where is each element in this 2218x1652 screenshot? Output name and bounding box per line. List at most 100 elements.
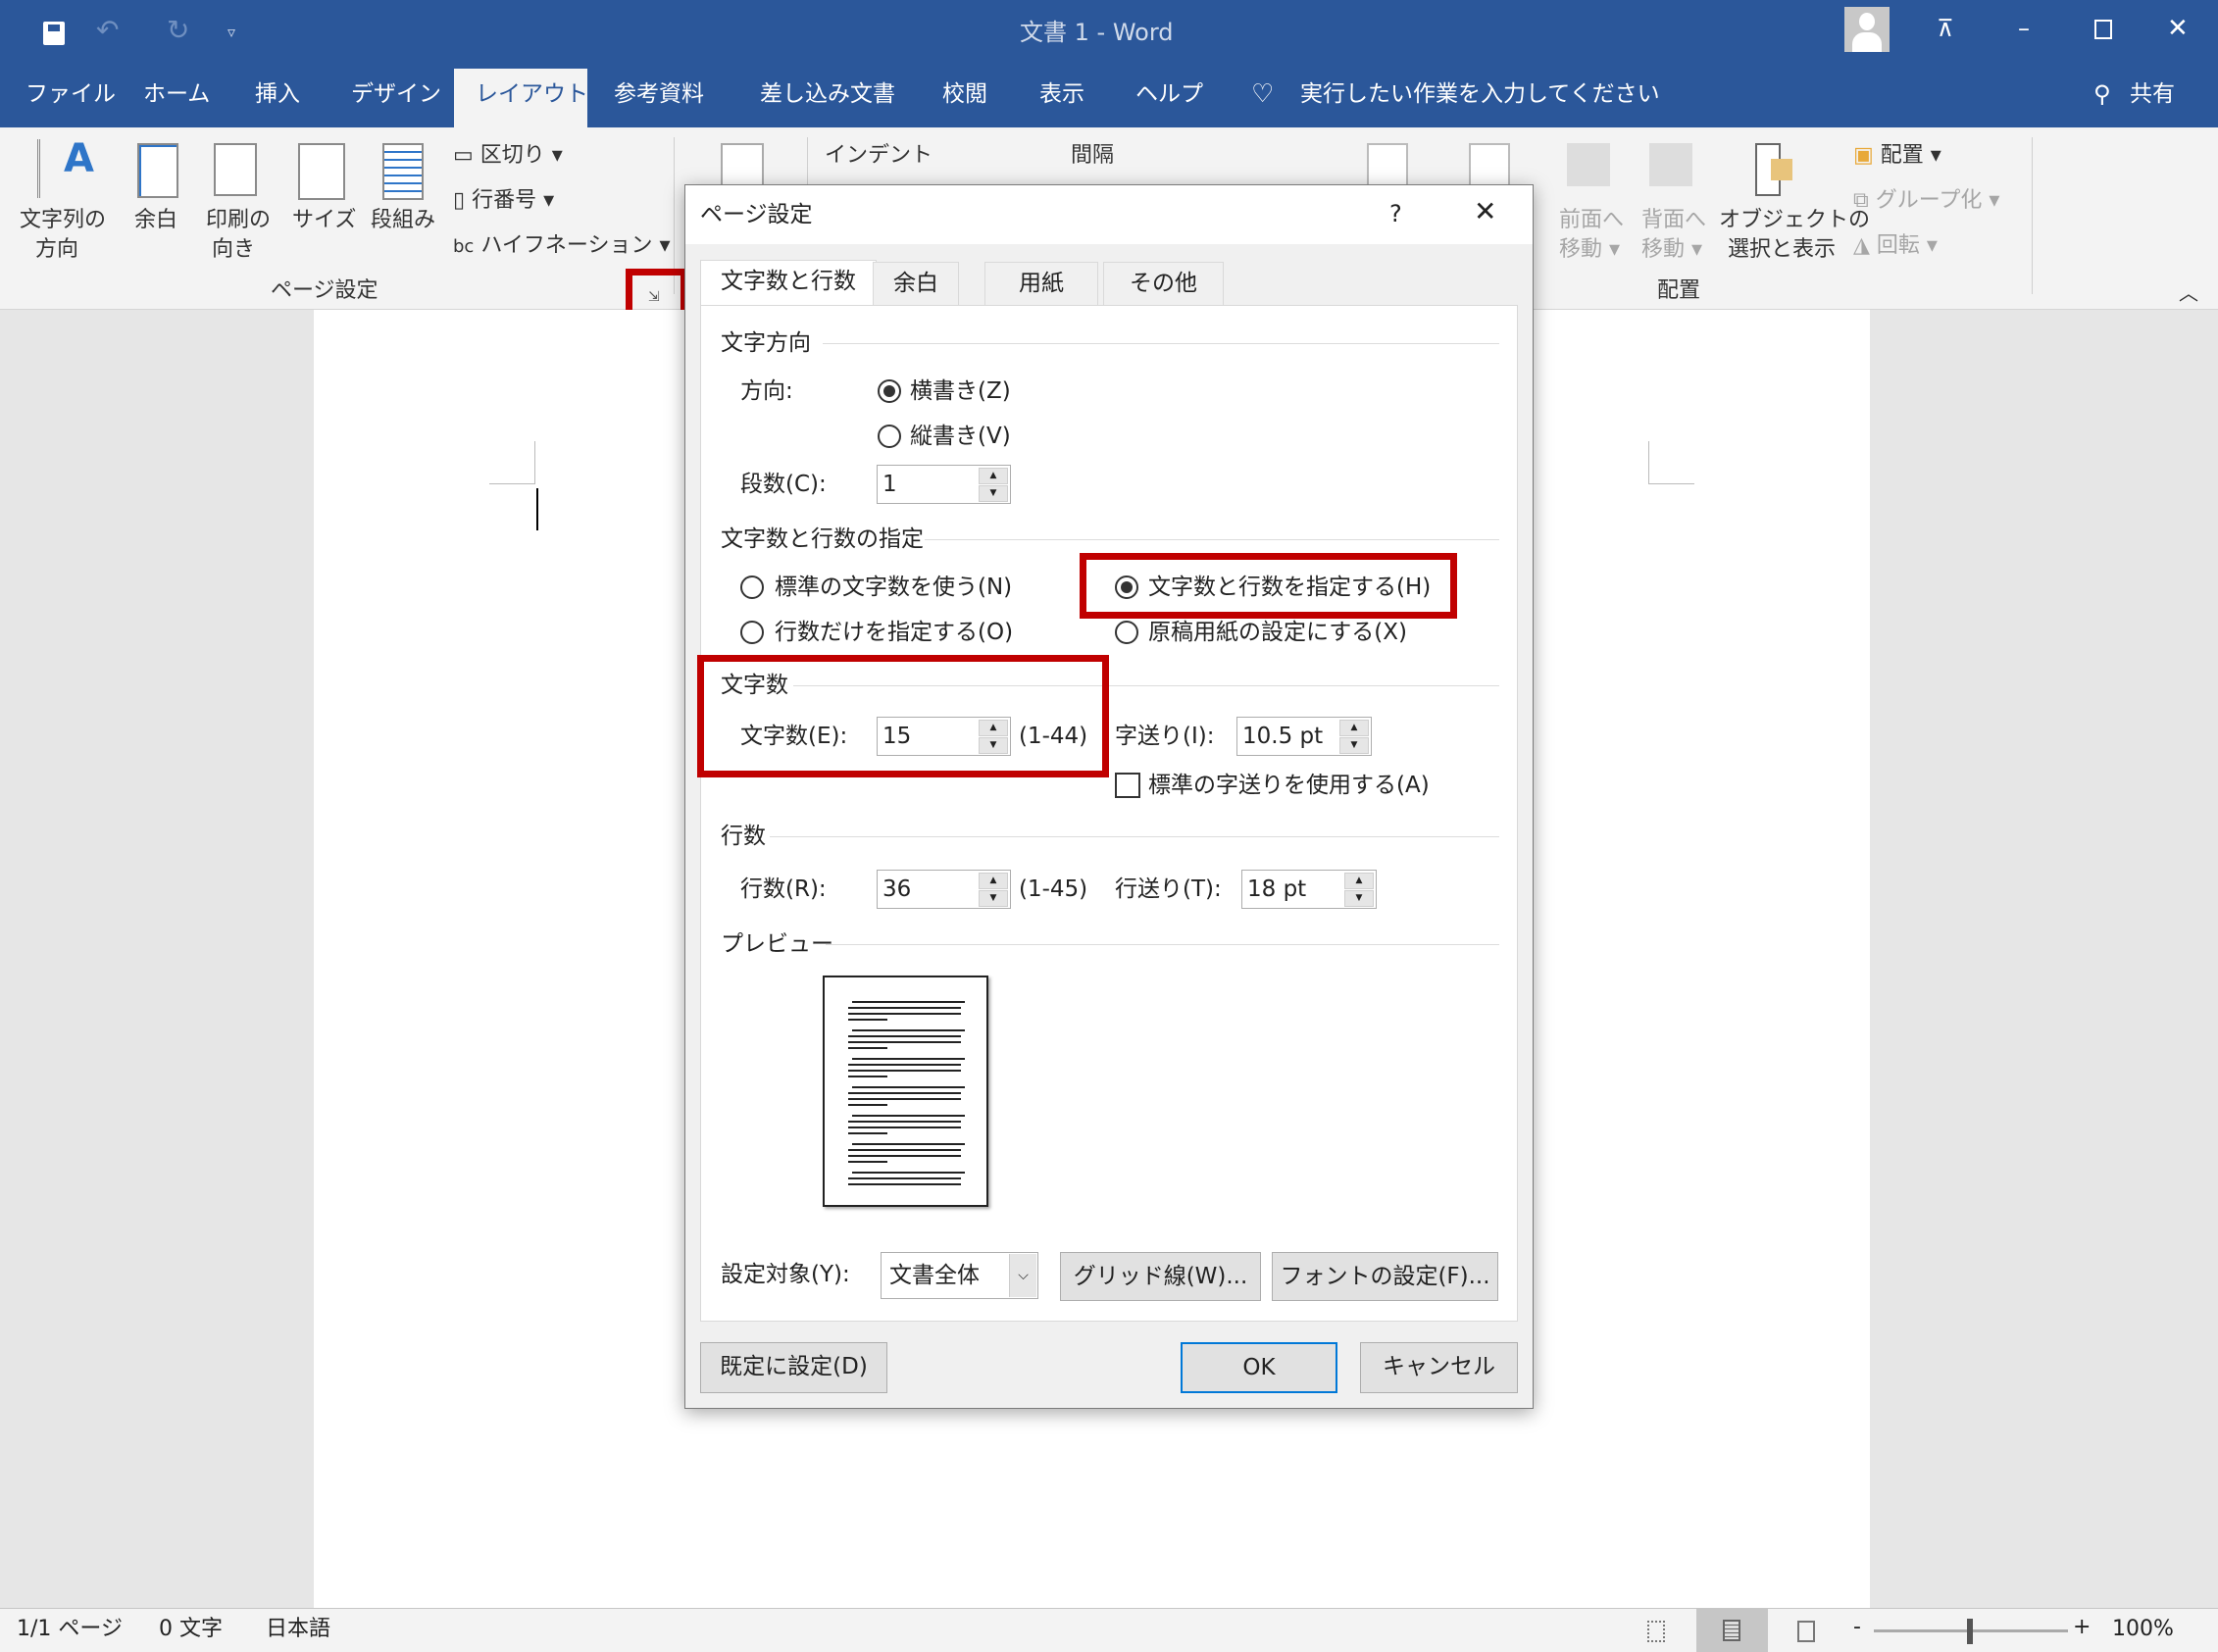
- tab-design[interactable]: デザイン: [351, 79, 441, 109]
- char-pitch-spinner[interactable]: 10.5 pt ▲ ▼: [1236, 717, 1372, 756]
- ok-button[interactable]: OK: [1181, 1342, 1337, 1393]
- person-add-icon[interactable]: ⚲: [2093, 79, 2111, 109]
- tab-help[interactable]: ヘルプ: [1135, 79, 1203, 109]
- rotate-button[interactable]: ◮ 回転 ▾: [1853, 231, 1938, 261]
- default-pitch-label[interactable]: 標準の字送りを使用する(A): [1148, 771, 1430, 800]
- dialog-close-icon[interactable]: ✕: [1474, 197, 1496, 226]
- spin-up-icon[interactable]: ▲: [1339, 720, 1369, 736]
- group-button[interactable]: ⧉ グループ化 ▾: [1853, 186, 1999, 216]
- tab-file[interactable]: ファイル: [25, 79, 116, 109]
- preview-line: [848, 1177, 961, 1179]
- text-direction-label: 文字列の: [20, 208, 107, 232]
- manuscript-label[interactable]: 原稿用紙の設定にする(X): [1148, 618, 1407, 647]
- apply-to-value: 文書全体: [889, 1263, 980, 1288]
- ribbon-display-options-icon[interactable]: ⊼: [1937, 14, 1954, 43]
- tab-layout[interactable]: レイアウト: [454, 69, 588, 127]
- standard-chars-label[interactable]: 標準の文字数を使う(N): [775, 573, 1012, 602]
- spin-down-icon[interactable]: ▼: [1344, 890, 1374, 907]
- tab-insert[interactable]: 挿入: [255, 79, 300, 109]
- title-bar: ↶ ↻ ▿ 文書 1 - Word ⊼ – ✕: [0, 0, 2218, 64]
- selection-pane-icon: [1755, 143, 1792, 196]
- lines-heading: 行数: [721, 824, 766, 849]
- orientation-icon: [214, 143, 257, 196]
- manuscript-radio[interactable]: [1115, 621, 1138, 644]
- hyphenation-button[interactable]: bc ハイフネーション ▾: [453, 231, 671, 262]
- zoom-slider-thumb[interactable]: [1967, 1619, 1973, 1644]
- spin-down-icon[interactable]: ▼: [979, 890, 1008, 907]
- spin-up-icon[interactable]: ▲: [979, 468, 1008, 484]
- apply-to-select[interactable]: 文書全体 ⌵: [881, 1252, 1038, 1299]
- vertical-radio[interactable]: [878, 425, 901, 448]
- preview-line: [852, 1058, 965, 1060]
- bring-forward-label-2: 移動: [1559, 237, 1603, 262]
- zoom-in-button[interactable]: +: [2073, 1613, 2091, 1642]
- bring-forward-icon: [1567, 143, 1610, 186]
- tab-chars-lines[interactable]: 文字数と行数: [700, 260, 877, 305]
- tab-margins[interactable]: 余白: [873, 262, 959, 306]
- lines-only-radio[interactable]: [740, 621, 764, 644]
- help-button[interactable]: ?: [1389, 199, 1402, 228]
- default-pitch-checkbox[interactable]: [1115, 773, 1140, 798]
- close-icon[interactable]: ✕: [2167, 14, 2189, 43]
- spin-down-icon[interactable]: ▼: [979, 485, 1008, 502]
- spin-up-icon[interactable]: ▲: [1344, 873, 1374, 889]
- tab-panel: 文字方向 方向: 横書き(Z) 縦書き(V) 段数(C): 1 ▲ ▼ 文字数と行数…: [700, 305, 1518, 1322]
- save-icon[interactable]: [43, 22, 65, 45]
- tab-paper[interactable]: 用紙: [984, 262, 1098, 306]
- tab-home[interactable]: ホーム: [143, 79, 210, 109]
- preview-line: [848, 1098, 961, 1100]
- font-settings-button[interactable]: フォントの設定(F)...: [1272, 1252, 1498, 1301]
- maximize-icon[interactable]: [2094, 20, 2112, 39]
- ribbon-tabs: ファイル ホーム 挿入 デザイン レイアウト 参考資料 差し込み文書 校閲 表示…: [0, 64, 2218, 127]
- line-pitch-label: 行送り(T):: [1115, 876, 1222, 902]
- vertical-label[interactable]: 縦書き(V): [910, 422, 1011, 451]
- lines-only-label[interactable]: 行数だけを指定する(O): [775, 618, 1013, 647]
- customize-qat-icon[interactable]: ▿: [227, 18, 235, 47]
- tab-review[interactable]: 校閲: [942, 79, 987, 109]
- cancel-button[interactable]: キャンセル: [1360, 1342, 1518, 1393]
- preview-line: [848, 1149, 961, 1151]
- word-count[interactable]: 0 文字: [159, 1615, 223, 1644]
- zoom-out-button[interactable]: -: [1853, 1613, 1861, 1642]
- spin-up-icon[interactable]: ▲: [979, 873, 1008, 889]
- horizontal-radio[interactable]: [878, 379, 901, 403]
- tab-references[interactable]: 参考資料: [614, 79, 704, 109]
- set-as-default-button[interactable]: 既定に設定(D): [700, 1342, 887, 1393]
- horizontal-label[interactable]: 横書き(Z): [910, 376, 1011, 406]
- language[interactable]: 日本語: [266, 1615, 330, 1644]
- line-numbers-button[interactable]: ▯ 行番号 ▾: [453, 186, 554, 216]
- preview-line: [852, 1172, 965, 1174]
- tell-me-search[interactable]: 実行したい作業を入力してください: [1300, 79, 1660, 109]
- selection-pane-label-2: 選択と表示: [1728, 237, 1837, 262]
- columns-icon: [382, 143, 424, 200]
- tab-view[interactable]: 表示: [1039, 79, 1084, 109]
- orientation-label-2: 向き: [212, 237, 256, 262]
- breaks-button[interactable]: ▭ 区切り ▾: [453, 141, 563, 171]
- tab-mailings[interactable]: 差し込み文書: [760, 79, 895, 109]
- undo-icon[interactable]: ↶: [96, 16, 119, 45]
- line-pitch-spinner[interactable]: 18 pt ▲ ▼: [1241, 870, 1377, 909]
- web-layout-icon[interactable]: [1797, 1621, 1815, 1642]
- preview-line: [848, 1161, 887, 1163]
- spin-down-icon[interactable]: ▼: [1339, 737, 1369, 754]
- print-layout-button[interactable]: [1696, 1609, 1768, 1652]
- minimize-icon[interactable]: –: [2018, 14, 2030, 43]
- redo-icon[interactable]: ↻: [167, 16, 189, 45]
- direction-label: 方向:: [740, 378, 793, 404]
- lightbulb-icon: ♡: [1251, 79, 1275, 109]
- align-button[interactable]: ▣ 配置 ▾: [1853, 141, 1941, 171]
- standard-chars-radio[interactable]: [740, 576, 764, 599]
- columns-spinner[interactable]: 1 ▲ ▼: [877, 465, 1011, 504]
- chevron-down-icon[interactable]: ⌵: [1009, 1254, 1036, 1297]
- margins-icon: [137, 143, 178, 198]
- page-count[interactable]: 1/1 ページ: [17, 1615, 123, 1644]
- lines-spinner[interactable]: 36 ▲ ▼: [877, 870, 1011, 909]
- collapse-ribbon-icon[interactable]: ︿: [2179, 278, 2198, 308]
- arrange-group-label: 配置: [1657, 278, 1701, 303]
- zoom-level[interactable]: 100%: [2112, 1615, 2174, 1644]
- grid-lines-button[interactable]: グリッド線(W)...: [1060, 1252, 1261, 1301]
- avatar[interactable]: [1844, 7, 1890, 52]
- share-button[interactable]: 共有: [2130, 79, 2175, 109]
- read-mode-icon[interactable]: [1647, 1621, 1665, 1642]
- tab-other[interactable]: その他: [1103, 262, 1224, 306]
